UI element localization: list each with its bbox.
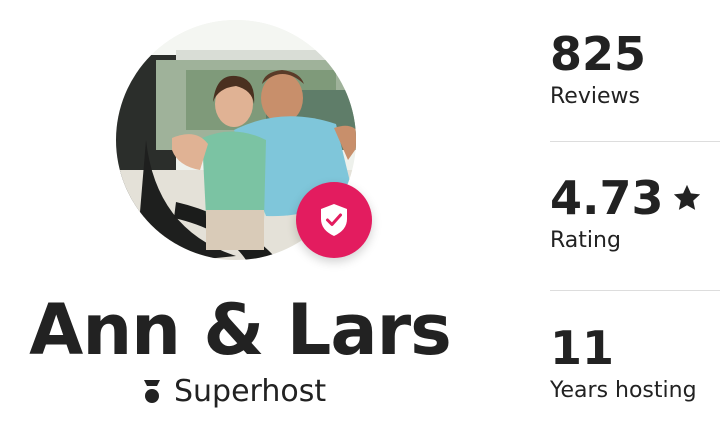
years-value-row: 11 bbox=[550, 320, 720, 376]
host-stats: 825 Reviews 4.73 Rating 11 Years hosting bbox=[550, 0, 720, 441]
reviews-count: 825 bbox=[550, 26, 720, 82]
host-name: Ann & Lars bbox=[29, 289, 452, 371]
stats-divider bbox=[550, 290, 720, 291]
avatar-container bbox=[116, 20, 372, 260]
superhost-medal-icon bbox=[144, 380, 160, 403]
shield-check-icon bbox=[321, 204, 347, 236]
rating-value: 4.73 bbox=[550, 171, 664, 225]
superhost-label: Superhost bbox=[174, 374, 327, 409]
reviews-value: 825 bbox=[550, 27, 647, 81]
stat-rating[interactable]: 4.73 Rating bbox=[550, 170, 720, 256]
rating-value-row: 4.73 bbox=[550, 170, 720, 226]
verified-badge bbox=[296, 182, 372, 258]
star-icon bbox=[673, 184, 700, 210]
reviews-label: Reviews bbox=[550, 84, 640, 109]
superhost-badge: Superhost bbox=[144, 372, 326, 412]
stats-divider bbox=[550, 141, 720, 142]
years-value: 11 bbox=[550, 321, 615, 375]
stat-years-hosting[interactable]: 11 Years hosting bbox=[550, 320, 720, 406]
years-label: Years hosting bbox=[550, 378, 697, 403]
host-profile-card: Ann & Lars Superhost 825 Reviews 4.73 Ra… bbox=[0, 0, 720, 441]
rating-label: Rating bbox=[550, 228, 621, 253]
stat-reviews[interactable]: 825 Reviews bbox=[550, 26, 720, 112]
